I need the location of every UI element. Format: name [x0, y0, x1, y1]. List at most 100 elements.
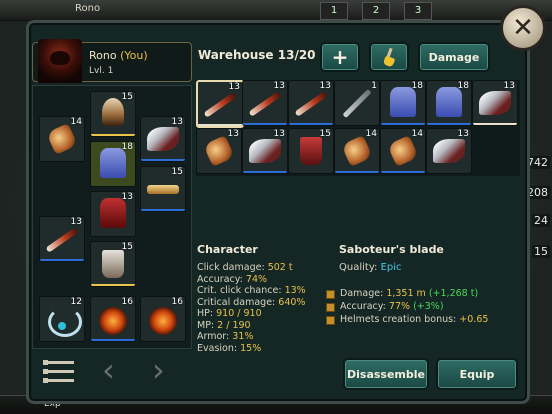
close-icon: ✕: [512, 13, 534, 43]
quality-bar: [141, 159, 185, 161]
stat-value: 502 t: [267, 262, 293, 273]
wings-icon: [433, 139, 465, 163]
prop-label: Damage:: [340, 288, 384, 299]
item-count: 13: [319, 81, 331, 91]
next-arrow-icon[interactable]: ›: [152, 354, 172, 386]
belt-icon: [147, 185, 179, 194]
boots-slot[interactable]: 15: [90, 241, 136, 287]
character-heading: Character: [197, 243, 258, 256]
bullet-icon: [326, 316, 335, 325]
warehouse-item[interactable]: 13: [196, 80, 244, 128]
armor-icon: [436, 87, 462, 117]
armor-icon: [100, 148, 126, 178]
boots-icon: [300, 137, 322, 165]
necklace-slot[interactable]: 12: [39, 296, 85, 342]
stat-label: Crit. click chance:: [197, 285, 282, 296]
warehouse-item[interactable]: 14: [334, 128, 380, 174]
warehouse-item[interactable]: 13: [288, 80, 334, 126]
item-count: 15: [319, 129, 331, 139]
quality-bar: [91, 134, 135, 136]
gauntlet-icon: [46, 123, 78, 155]
warehouse-item[interactable]: 13: [242, 128, 288, 174]
gauntlet-icon: [203, 135, 235, 167]
belt-slot[interactable]: 15: [140, 166, 186, 212]
top-player-name: Rono: [75, 3, 101, 14]
prop-bonus: (+1,268 t): [428, 288, 479, 299]
item-prop-row: Accuracy: 77% (+3%): [326, 300, 488, 313]
stat-value: 31%: [232, 331, 254, 342]
item-prop-row: Helmets creation bonus: +0.65: [326, 313, 488, 326]
item-count: 16: [121, 297, 133, 307]
ring-icon: [149, 307, 177, 335]
bullet-icon: [326, 303, 335, 312]
disassemble-label: Disassemble: [347, 367, 425, 381]
stat-label: Critical damage:: [197, 296, 276, 308]
item-count: 15: [171, 167, 183, 177]
quality-bar: [40, 259, 84, 261]
warehouse-item[interactable]: 18: [380, 80, 426, 126]
helmet-slot[interactable]: 15: [90, 91, 136, 137]
list-line: [43, 360, 74, 365]
warehouse-item[interactable]: 1: [334, 80, 380, 126]
wings-icon: [249, 139, 281, 163]
broom-icon: [381, 48, 397, 66]
list-menu-icon[interactable]: [43, 359, 74, 383]
skill-slot-3[interactable]: 3: [404, 2, 432, 20]
sword-icon: [203, 92, 237, 118]
warehouse-item[interactable]: 15: [288, 128, 334, 174]
stat-row: Evasion: 15%: [197, 343, 306, 355]
item-count: 18: [457, 81, 469, 91]
hero-level: Lvl. 1: [89, 66, 114, 76]
item-count: 14: [365, 129, 377, 139]
hero-panel: Rono (You) Lvl. 1: [32, 39, 192, 83]
item-title: Saboteur's blade: [339, 243, 444, 256]
prop-value: 77%: [388, 301, 411, 312]
stat-value: 13%: [284, 285, 306, 296]
damage-button-label: Damage: [428, 50, 480, 64]
stat-row: Crit. click chance: 13%: [197, 285, 306, 297]
quality-bar: [427, 123, 471, 125]
plain-sword-icon: [342, 89, 372, 118]
item-properties: Damage: 1,351 m (+1,268 t) Accuracy: 77%…: [326, 287, 488, 326]
item-count: 16: [171, 297, 183, 307]
warehouse-grid: 13 13 13 1 18 18 13 13 13 15 14 14 13: [196, 80, 520, 176]
hero-name-text: Rono: [89, 49, 117, 62]
item-count: 15: [121, 242, 133, 252]
quality-bar: [381, 123, 425, 125]
item-count: 18: [411, 81, 423, 91]
warehouse-item[interactable]: 14: [380, 128, 426, 174]
prop-label: Helmets creation bonus:: [340, 314, 457, 325]
armor-slot[interactable]: 18: [90, 141, 136, 187]
stat-value: 640%: [278, 296, 306, 308]
previous-arrow-icon[interactable]: ‹: [102, 354, 122, 386]
stat-label: MP:: [197, 319, 215, 331]
warehouse-item[interactable]: 13: [472, 80, 518, 126]
list-line: [43, 378, 74, 383]
wings-slot[interactable]: 13: [140, 116, 186, 162]
ring-right-slot[interactable]: 16: [140, 296, 186, 342]
gauntlet-slot[interactable]: 14: [39, 116, 85, 162]
item-quality: Quality: Epic: [339, 262, 402, 273]
pants-slot[interactable]: 13: [90, 191, 136, 237]
disassemble-button[interactable]: Disassemble: [343, 358, 429, 390]
item-count: 13: [121, 192, 133, 202]
stat-label: Click damage:: [197, 262, 265, 273]
skill-slot-2[interactable]: 2: [362, 2, 390, 20]
ring-left-slot[interactable]: 16: [90, 296, 136, 342]
weapon-slot[interactable]: 13: [39, 216, 85, 262]
warehouse-item[interactable]: 18: [426, 80, 472, 126]
close-button[interactable]: ✕: [500, 5, 546, 51]
warehouse-item[interactable]: 13: [242, 80, 288, 126]
equip-button[interactable]: Equip: [436, 358, 518, 390]
quality-bar: [198, 124, 242, 126]
skill-slot-1[interactable]: 1: [320, 2, 348, 20]
damage-sort-button[interactable]: Damage: [418, 42, 490, 72]
warehouse-item[interactable]: 13: [196, 128, 242, 174]
character-stats: Click damage: 502 t Accuracy: 74% Crit. …: [197, 262, 306, 354]
warehouse-item[interactable]: 13: [426, 128, 472, 174]
add-slot-button[interactable]: +: [320, 42, 360, 72]
quality-bar: [243, 171, 287, 173]
equipment-area: 14 15 13 18 15 13 13 15 12 16 16: [32, 85, 192, 349]
prop-label: Accuracy:: [340, 301, 386, 312]
sort-button[interactable]: [369, 42, 409, 72]
